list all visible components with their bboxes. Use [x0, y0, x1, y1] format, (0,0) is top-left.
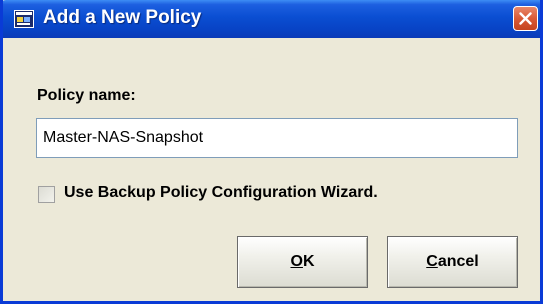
window-title: Add a New Policy: [43, 7, 202, 28]
title-bar[interactable]: Add a New Policy: [3, 0, 540, 38]
close-button[interactable]: [513, 6, 538, 31]
cancel-button[interactable]: Cancel: [387, 236, 518, 288]
add-policy-dialog: Add a New Policy Policy name: Use Backup…: [0, 0, 543, 304]
policy-name-input[interactable]: [36, 118, 518, 158]
app-window-icon: [14, 10, 34, 28]
ok-button[interactable]: OK: [237, 236, 368, 288]
wizard-checkbox[interactable]: [38, 186, 55, 203]
ok-label-rest: K: [302, 253, 315, 270]
cancel-label-rest: ancel: [437, 253, 479, 270]
cancel-mnemonic: C: [426, 253, 438, 270]
wizard-checkbox-label[interactable]: Use Backup Policy Configuration Wizard.: [64, 184, 378, 202]
policy-name-label: Policy name:: [37, 87, 136, 104]
ok-mnemonic: O: [290, 253, 303, 270]
